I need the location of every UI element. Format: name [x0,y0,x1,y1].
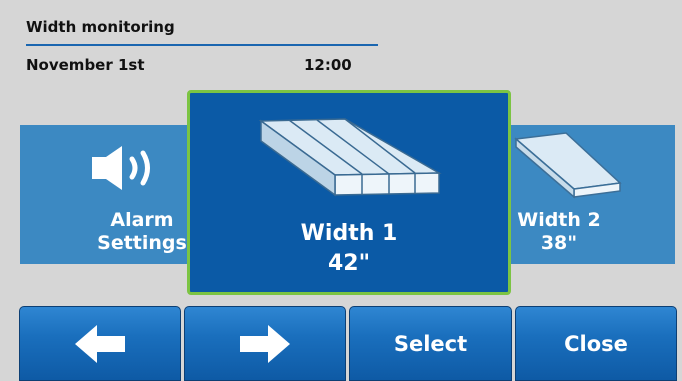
width-2-label-line1: Width 2 [517,209,601,231]
close-button[interactable]: Close [515,306,677,381]
width-2-label: Width 2 38" [504,209,614,255]
width-1-label: Width 1 42" [190,219,508,279]
board-icon [514,131,624,205]
width-2-card[interactable]: Width 2 38" [490,125,675,264]
select-button[interactable]: Select [349,306,512,381]
speaker-icon [88,145,168,195]
page-title: Width monitoring [26,18,175,36]
width-1-label-line2: 42" [327,251,371,276]
header-divider [26,44,378,46]
alarm-settings-card[interactable]: Alarm Settings [20,125,210,264]
width-2-label-line2: 38" [540,232,578,254]
arrow-left-icon [75,324,125,363]
date-label: November 1st [26,56,145,74]
boards-icon [257,117,443,201]
time-label: 12:00 [304,56,352,74]
previous-button[interactable] [19,306,181,381]
close-button-label: Close [564,331,628,356]
arrow-right-icon [240,324,290,363]
select-button-label: Select [393,331,468,356]
next-button[interactable] [184,306,346,381]
width-1-label-line1: Width 1 [300,221,398,246]
bottom-toolbar: Select Close [0,302,682,381]
width-1-card[interactable]: Width 1 42" [187,90,511,295]
